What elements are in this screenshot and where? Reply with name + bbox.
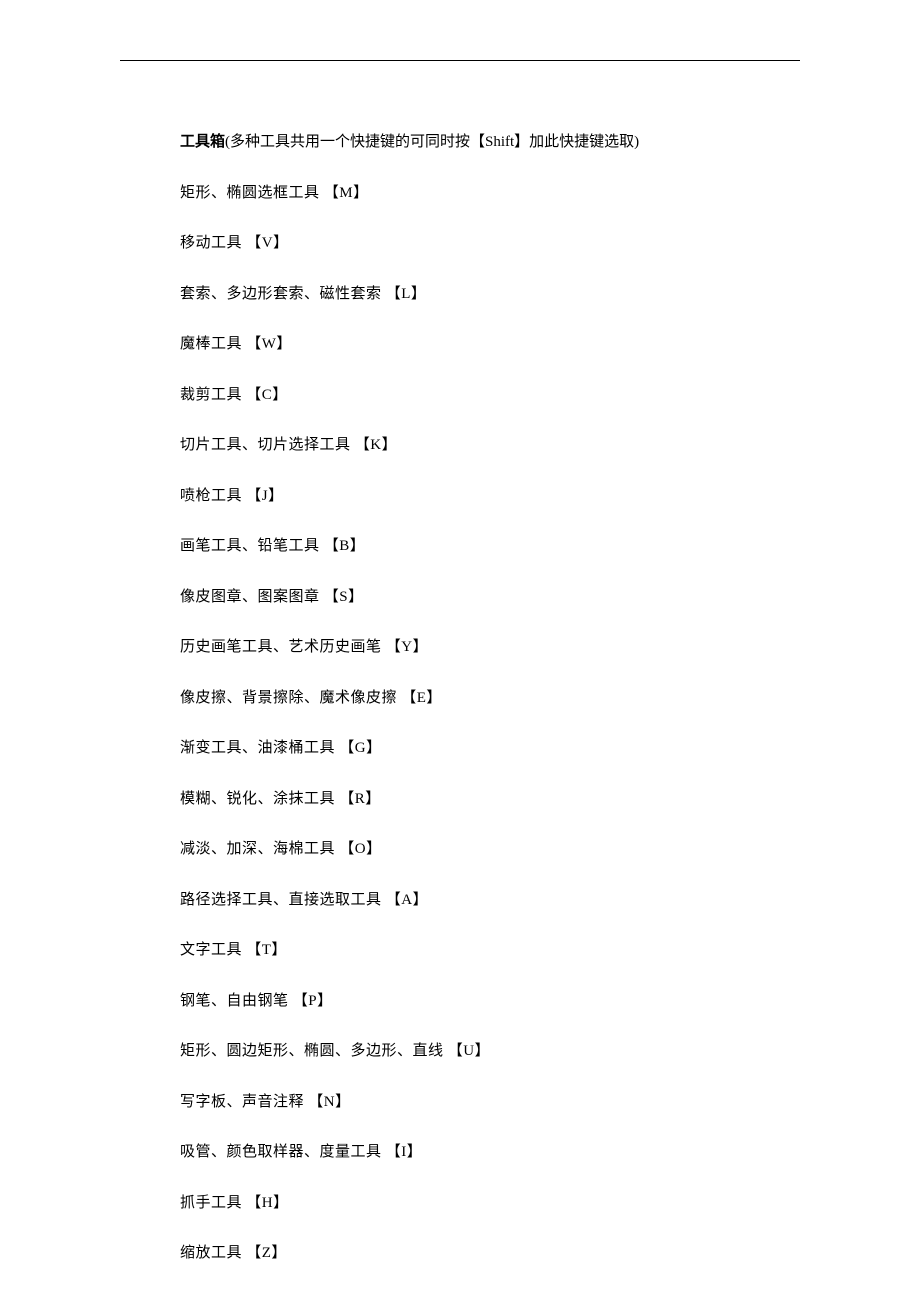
shortcut-item: 渐变工具、油漆桶工具 【G】	[180, 737, 800, 760]
shortcut-label: 缩放工具 【Z】	[180, 1245, 287, 1261]
shortcut-label: 抓手工具 【H】	[180, 1195, 289, 1211]
heading-subtitle: (多种工具共用一个快捷键的可同时按【Shift】加此快捷键选取)	[225, 134, 639, 150]
shortcut-item: 文字工具 【T】	[180, 939, 800, 962]
shortcut-item: 减淡、加深、海棉工具 【O】	[180, 838, 800, 861]
shortcut-label: 裁剪工具 【C】	[180, 387, 288, 403]
shortcut-label: 渐变工具、油漆桶工具 【G】	[180, 740, 382, 756]
shortcut-item: 矩形、椭圆选框工具 【M】	[180, 182, 800, 205]
shortcut-label: 矩形、椭圆选框工具 【M】	[180, 185, 369, 201]
shortcut-label: 矩形、圆边矩形、椭圆、多边形、直线 【U】	[180, 1043, 490, 1059]
shortcut-label: 画笔工具、铅笔工具 【B】	[180, 538, 365, 554]
shortcut-item: 套索、多边形套索、磁性套索 【L】	[180, 283, 800, 306]
shortcut-item: 裁剪工具 【C】	[180, 384, 800, 407]
shortcut-label: 像皮图章、图案图章 【S】	[180, 589, 364, 605]
shortcut-label: 移动工具 【V】	[180, 235, 289, 251]
shortcut-item: 吸管、颜色取样器、度量工具 【I】	[180, 1141, 800, 1164]
shortcut-item: 模糊、锐化、涂抹工具 【R】	[180, 788, 800, 811]
shortcut-item: 像皮图章、图案图章 【S】	[180, 586, 800, 609]
shortcut-item: 路径选择工具、直接选取工具 【A】	[180, 889, 800, 912]
shortcut-label: 吸管、颜色取样器、度量工具 【I】	[180, 1144, 422, 1160]
shortcut-item: 魔棒工具 【W】	[180, 333, 800, 356]
shortcut-label: 减淡、加深、海棉工具 【O】	[180, 841, 382, 857]
document-content: 工具箱(多种工具共用一个快捷键的可同时按【Shift】加此快捷键选取) 矩形、椭…	[0, 131, 920, 1265]
shortcut-label: 喷枪工具 【J】	[180, 488, 284, 504]
shortcut-label: 魔棒工具 【W】	[180, 336, 292, 352]
shortcut-label: 写字板、声音注释 【N】	[180, 1094, 351, 1110]
shortcut-label: 文字工具 【T】	[180, 942, 287, 958]
shortcut-item: 像皮擦、背景擦除、魔术像皮擦 【E】	[180, 687, 800, 710]
heading-title: 工具箱	[180, 134, 225, 150]
shortcut-label: 切片工具、切片选择工具 【K】	[180, 437, 397, 453]
shortcut-item: 移动工具 【V】	[180, 232, 800, 255]
shortcut-item: 缩放工具 【Z】	[180, 1242, 800, 1265]
shortcut-item: 矩形、圆边矩形、椭圆、多边形、直线 【U】	[180, 1040, 800, 1063]
shortcut-item: 写字板、声音注释 【N】	[180, 1091, 800, 1114]
shortcut-item: 历史画笔工具、艺术历史画笔 【Y】	[180, 636, 800, 659]
shortcut-label: 像皮擦、背景擦除、魔术像皮擦 【E】	[180, 690, 442, 706]
shortcut-item: 切片工具、切片选择工具 【K】	[180, 434, 800, 457]
shortcut-item: 画笔工具、铅笔工具 【B】	[180, 535, 800, 558]
shortcut-label: 路径选择工具、直接选取工具 【A】	[180, 892, 428, 908]
top-horizontal-rule	[120, 60, 800, 61]
shortcut-item: 钢笔、自由钢笔 【P】	[180, 990, 800, 1013]
shortcut-item: 喷枪工具 【J】	[180, 485, 800, 508]
shortcut-label: 模糊、锐化、涂抹工具 【R】	[180, 791, 381, 807]
shortcut-label: 套索、多边形套索、磁性套索 【L】	[180, 286, 426, 302]
shortcut-label: 历史画笔工具、艺术历史画笔 【Y】	[180, 639, 428, 655]
section-heading: 工具箱(多种工具共用一个快捷键的可同时按【Shift】加此快捷键选取)	[180, 131, 800, 154]
shortcut-label: 钢笔、自由钢笔 【P】	[180, 993, 333, 1009]
shortcut-item: 抓手工具 【H】	[180, 1192, 800, 1215]
